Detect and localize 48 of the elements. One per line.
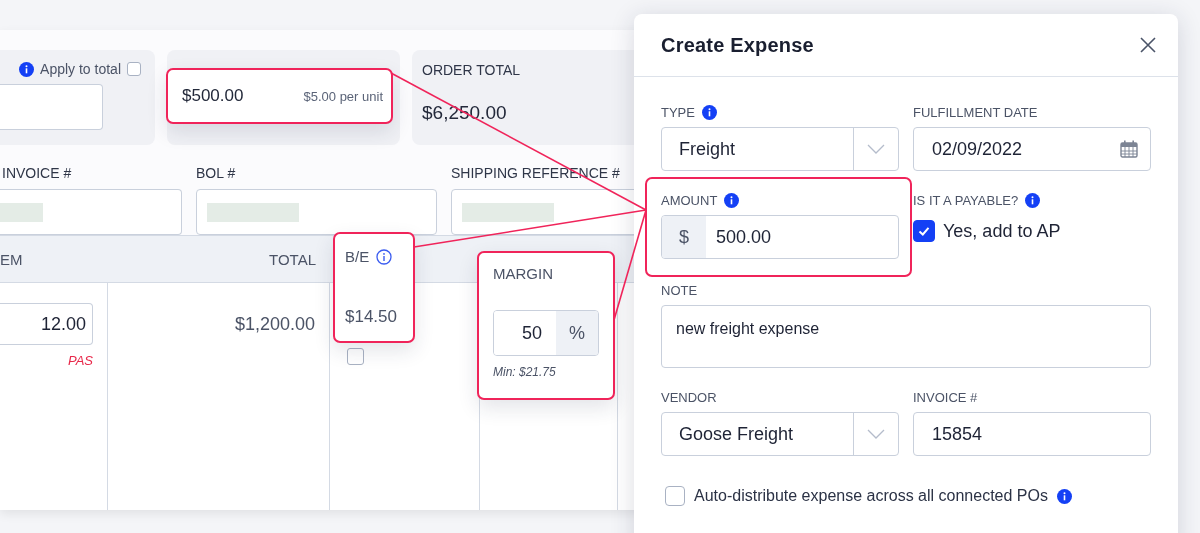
- field-label: IS IT A PAYABLE?: [913, 193, 1019, 208]
- field-label: INVOICE #: [913, 390, 978, 405]
- field-label: TYPE: [661, 105, 695, 120]
- column-header: TOTAL: [269, 250, 316, 268]
- calendar-icon: [1120, 140, 1138, 158]
- dialog-title: Create Expense: [661, 33, 814, 57]
- column-header: EM: [0, 250, 23, 268]
- checkbox[interactable]: [127, 62, 141, 76]
- check-icon: [917, 224, 931, 238]
- warning-text: PAS: [67, 353, 93, 368]
- checkbox-label: Auto-distribute expense across all connected POs: [694, 487, 1048, 505]
- info-icon: [376, 248, 393, 265]
- per-unit-text: $5.00 per unit: [303, 88, 383, 104]
- field-label: AMOUNT: [661, 193, 718, 208]
- field-label: BOL #: [196, 165, 237, 181]
- margin-field[interactable]: 50 %: [493, 310, 599, 356]
- field-label: INVOICE #: [2, 165, 73, 181]
- checkbox[interactable]: [347, 348, 364, 365]
- table-cell-text: $1,200.00: [234, 314, 315, 336]
- callout-label: MARGIN: [493, 265, 554, 282]
- input-field[interactable]: 15854: [913, 412, 1151, 456]
- breakeven-value: $14.50: [345, 307, 398, 327]
- field-label: FULFILLMENT DATE: [913, 105, 1038, 120]
- redacted-block: [0, 202, 43, 222]
- checkbox[interactable]: [913, 220, 935, 242]
- minimum-text: Min: $21.75: [493, 365, 557, 379]
- date-field[interactable]: 02/09/2022: [913, 127, 1151, 171]
- input-field[interactable]: [0, 189, 182, 235]
- checkbox[interactable]: [665, 486, 685, 506]
- apply-label: Apply to total: [40, 61, 121, 77]
- callout-label: B/E: [345, 248, 370, 265]
- caret-icon: [867, 429, 885, 439]
- info-icon: [19, 61, 35, 77]
- expense-value: $500.00: [182, 86, 244, 106]
- close-icon[interactable]: [1138, 35, 1158, 55]
- percent-addon: %: [556, 311, 598, 355]
- amount-field[interactable]: $ 500.00: [661, 215, 899, 259]
- input-field[interactable]: [0, 84, 103, 130]
- dropdown[interactable]: Goose Freight: [661, 412, 899, 456]
- checkbox-label: Yes, add to AP: [943, 220, 1061, 242]
- field-label: VENDOR: [661, 390, 717, 405]
- field-label: NOTE: [661, 283, 698, 298]
- quantity-field[interactable]: 12.00: [0, 303, 93, 345]
- input-field[interactable]: [196, 189, 437, 235]
- total-label: ORDER TOTAL: [422, 62, 522, 78]
- caret-icon: [867, 144, 885, 154]
- note-field[interactable]: new freight expense: [661, 305, 1151, 368]
- dropdown[interactable]: Freight: [661, 127, 899, 171]
